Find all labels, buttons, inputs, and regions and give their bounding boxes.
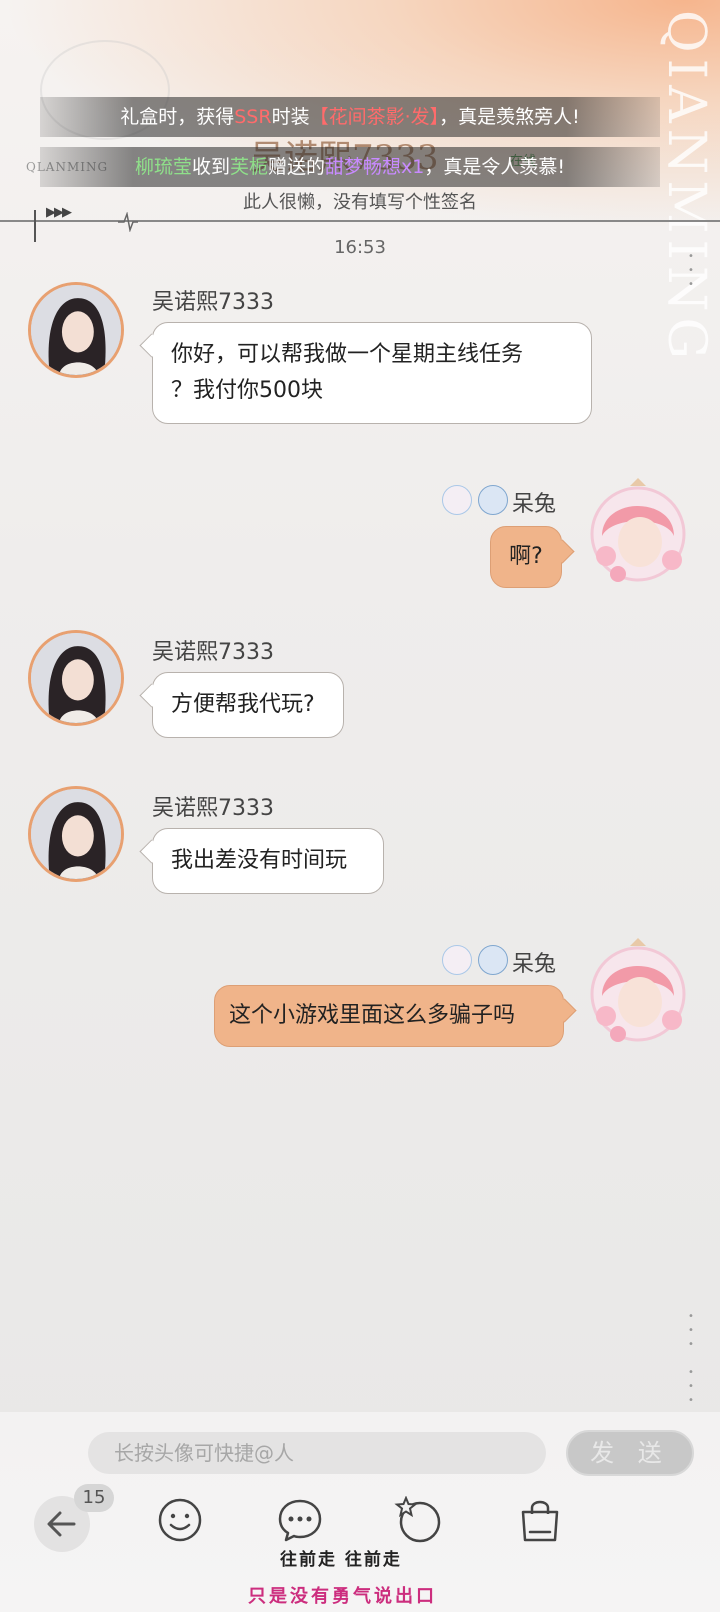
chat-input[interactable] (88, 1432, 546, 1474)
message-text: 我出差没有时间玩 (171, 848, 348, 873)
unread-count-badge: 15 (74, 1484, 114, 1512)
video-caption: 往前走 往前走 (280, 1550, 402, 1570)
favorites-button[interactable] (394, 1496, 442, 1544)
sender-name: 吴诺熙7333 (152, 640, 274, 665)
profile-signature: 此人很懒，没有填写个性签名 (243, 192, 477, 213)
message-text: 方便帮我代玩? (171, 692, 315, 717)
waveform-icon (118, 212, 138, 232)
audio-progress-line (0, 220, 720, 222)
emoji-icon (158, 1498, 202, 1542)
avatar[interactable] (588, 936, 688, 1046)
star-circle-icon (394, 1496, 441, 1543)
scroll-indicator: • • • (688, 251, 694, 290)
announcement-banner-1: 礼盒时，获得SSR时装【花间茶影·发】，真是羡煞旁人! (40, 97, 660, 137)
play-arrows-icon[interactable]: ▶▶▶ (46, 205, 72, 220)
shop-button[interactable] (516, 1496, 564, 1544)
chat-button[interactable] (276, 1496, 324, 1544)
message-bubble[interactable]: 啊? (490, 526, 562, 588)
user-portrait-icon (31, 789, 121, 879)
video-caption-pink: 只是没有勇气说出口 (248, 1586, 437, 1607)
avatar[interactable] (588, 476, 688, 586)
sender-name: 呆兔 (512, 952, 557, 977)
message-text: ？我付你500块 (171, 378, 323, 403)
avatar[interactable] (28, 282, 124, 378)
message-bubble[interactable]: 你好，可以帮我做一个星期主线任务 ？我付你500块 (152, 322, 592, 424)
chat-bubble-icon (278, 1499, 322, 1542)
user-portrait-icon (31, 285, 121, 375)
shopping-bag-icon (521, 1500, 559, 1542)
scroll-indicator: • • • • • • (688, 1311, 694, 1406)
message-timestamp: 16:53 (334, 237, 386, 258)
trophy-badge-icon (478, 945, 508, 975)
sender-name: 吴诺熙7333 (152, 290, 274, 315)
title-badge-icon (442, 945, 472, 975)
sender-name: 呆兔 (512, 492, 557, 517)
message-bubble[interactable]: 我出差没有时间玩 (152, 828, 384, 894)
send-button[interactable]: 发 送 (566, 1430, 694, 1476)
avatar[interactable] (28, 786, 124, 882)
announcement-banner-2: 柳琉莹收到芙栀赠送的甜梦畅想x1，真是令人羡慕! (40, 147, 660, 187)
sender-name: 吴诺熙7333 (152, 796, 274, 821)
message-bubble[interactable]: 这个小游戏里面这么多骗子吗 (214, 985, 564, 1047)
title-badge-icon (442, 485, 472, 515)
user-portrait-icon (31, 633, 121, 723)
emoji-button[interactable] (156, 1496, 204, 1544)
message-text: 你好，可以帮我做一个星期主线任务 (171, 342, 524, 367)
trophy-badge-icon (478, 485, 508, 515)
message-bubble[interactable]: 方便帮我代玩? (152, 672, 344, 738)
avatar[interactable] (28, 630, 124, 726)
